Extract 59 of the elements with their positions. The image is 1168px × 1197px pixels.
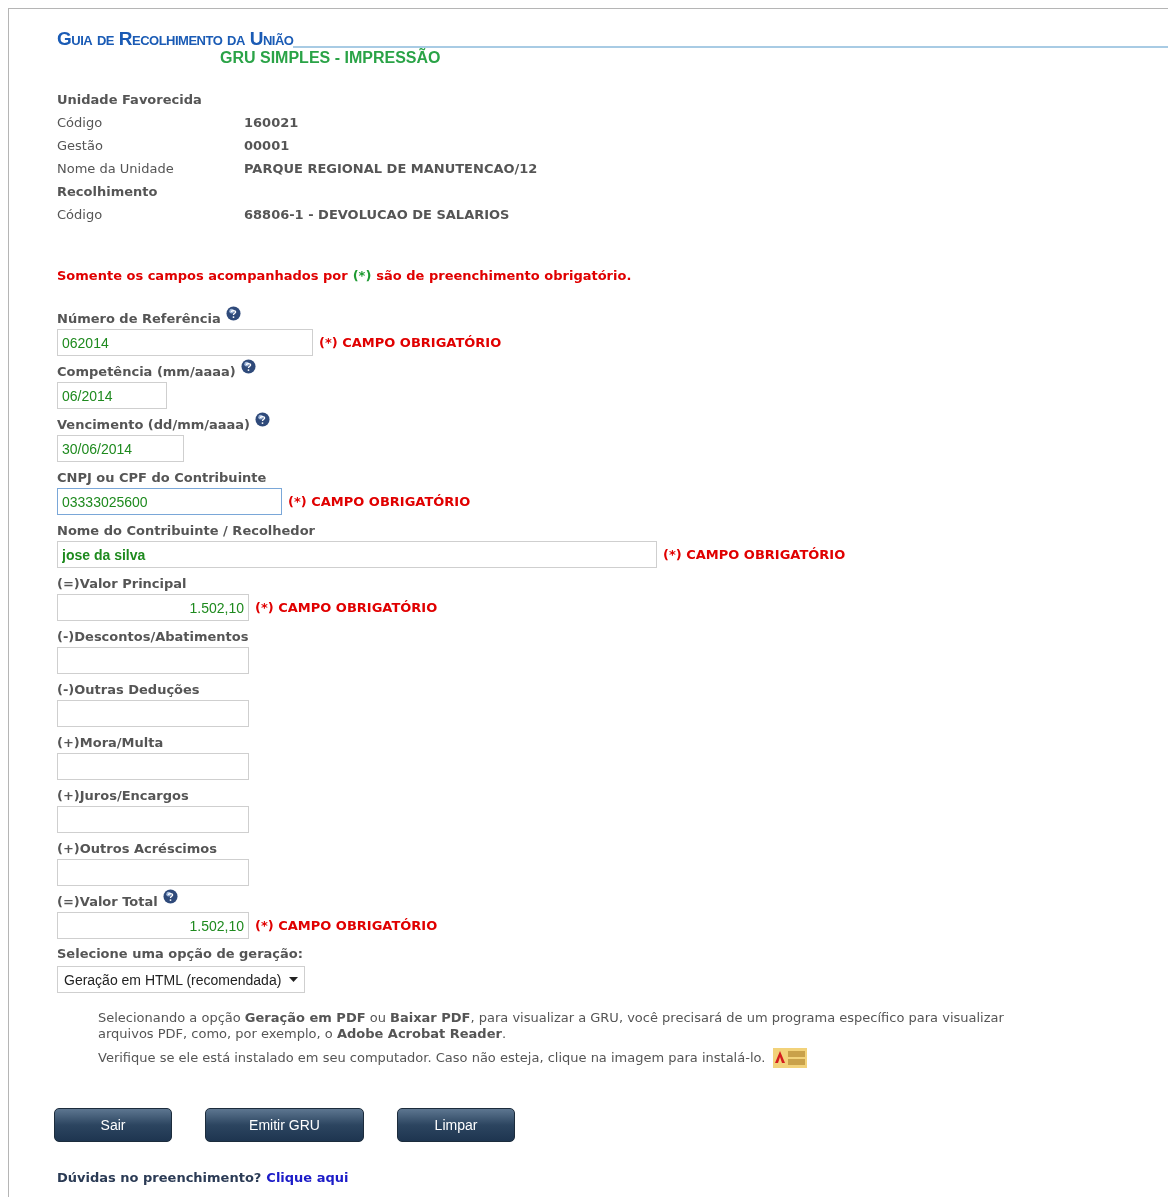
- input-field[interactable]: 1.502,10: [57, 594, 249, 621]
- input-field[interactable]: 1.502,10: [57, 912, 249, 939]
- help-icon[interactable]: [225, 306, 241, 321]
- info-value: PARQUE REGIONAL DE MANUTENCAO/12: [244, 160, 538, 178]
- section-heading: Recolhimento: [57, 183, 159, 201]
- help-icon[interactable]: [240, 359, 256, 374]
- input-field[interactable]: jose da silva: [57, 541, 657, 568]
- page-title: Guia de Recolhimento da União: [57, 29, 294, 49]
- field-label: (+)Mora/Multa: [57, 734, 164, 752]
- required-label: (*) CAMPO OBRIGATÓRIO: [288, 494, 471, 509]
- field-label: Selecione uma opção de geração:: [57, 945, 304, 963]
- field-label: Número de Referência: [57, 310, 221, 328]
- generation-dropdown[interactable]: Geração em HTML (recomendada): [57, 966, 306, 993]
- input-field[interactable]: [57, 647, 249, 674]
- notice-text: Somente os campos acompanhados por: [57, 268, 348, 283]
- field-label: (+)Outros Acréscimos: [57, 840, 217, 858]
- help-question: Dúvidas no preenchimento?: [57, 1170, 262, 1186]
- required-mark: (*): [352, 268, 372, 283]
- info-value: 160021: [244, 114, 299, 132]
- input-field[interactable]: [57, 753, 249, 780]
- info-label: Gestão: [57, 137, 104, 155]
- input-field[interactable]: [57, 859, 249, 886]
- field-label: CNPJ ou CPF do Contribuinte: [57, 469, 267, 487]
- action-button[interactable]: Emitir GRU: [205, 1108, 364, 1142]
- caret-icon: [289, 977, 299, 982]
- info-label: Código: [57, 206, 104, 224]
- action-button[interactable]: Sair: [54, 1108, 172, 1142]
- field-label: Nome do Contribuinte / Recolhedor: [57, 522, 315, 540]
- info-paragraph: Selecionando a opção Geração em PDF ou Baixar PDF, para visualizar a GRU, você precisará de um programa específico para visualizar arquivos PDF, como, por exemplo, o Adobe Acrobat Reader.: [98, 1010, 1005, 1042]
- help-icon[interactable]: [255, 412, 271, 427]
- required-label: (*) CAMPO OBRIGATÓRIO: [255, 600, 438, 615]
- field-label: (=)Valor Total: [57, 893, 158, 911]
- notice-text: são de preenchimento obrigatório.: [376, 268, 632, 283]
- field-label: Competência (mm/aaaa): [57, 363, 236, 381]
- field-label: (=)Valor Principal: [57, 575, 187, 593]
- input-field[interactable]: 06/2014: [57, 382, 167, 409]
- input-field[interactable]: 062014: [57, 329, 313, 356]
- input-field[interactable]: 03333025600: [57, 488, 282, 515]
- required-label: (*) CAMPO OBRIGATÓRIO: [663, 547, 846, 562]
- input-field[interactable]: [57, 806, 249, 833]
- section-heading: Unidade Favorecida: [57, 91, 203, 109]
- required-label: (*) CAMPO OBRIGATÓRIO: [319, 335, 502, 350]
- info-value: 00001: [244, 137, 290, 155]
- info-paragraph: Verifique se ele está instalado em seu computador. Caso não esteja, clique na imagem para instalá-lo.: [98, 1050, 766, 1066]
- info-value: 68806-1 - DEVOLUCAO DE SALARIOS: [244, 206, 510, 224]
- acrobat-reader-icon[interactable]: [773, 1048, 808, 1068]
- required-label: (*) CAMPO OBRIGATÓRIO: [255, 918, 438, 933]
- help-icon[interactable]: [162, 889, 178, 904]
- page-subtitle: GRU SIMPLES - IMPRESSÃO: [219, 49, 442, 67]
- info-label: Nome da Unidade: [57, 160, 175, 178]
- field-label: (-)Outras Deduções: [57, 681, 200, 699]
- input-field[interactable]: [57, 700, 249, 727]
- input-field[interactable]: 30/06/2014: [57, 435, 184, 462]
- help-link[interactable]: Clique aqui: [266, 1170, 349, 1186]
- field-label: (-)Descontos/Abatimentos: [57, 628, 249, 646]
- action-button[interactable]: Limpar: [397, 1108, 515, 1142]
- info-label: Código: [57, 114, 104, 132]
- field-label: (+)Juros/Encargos: [57, 787, 189, 805]
- field-label: Vencimento (dd/mm/aaaa): [57, 416, 251, 434]
